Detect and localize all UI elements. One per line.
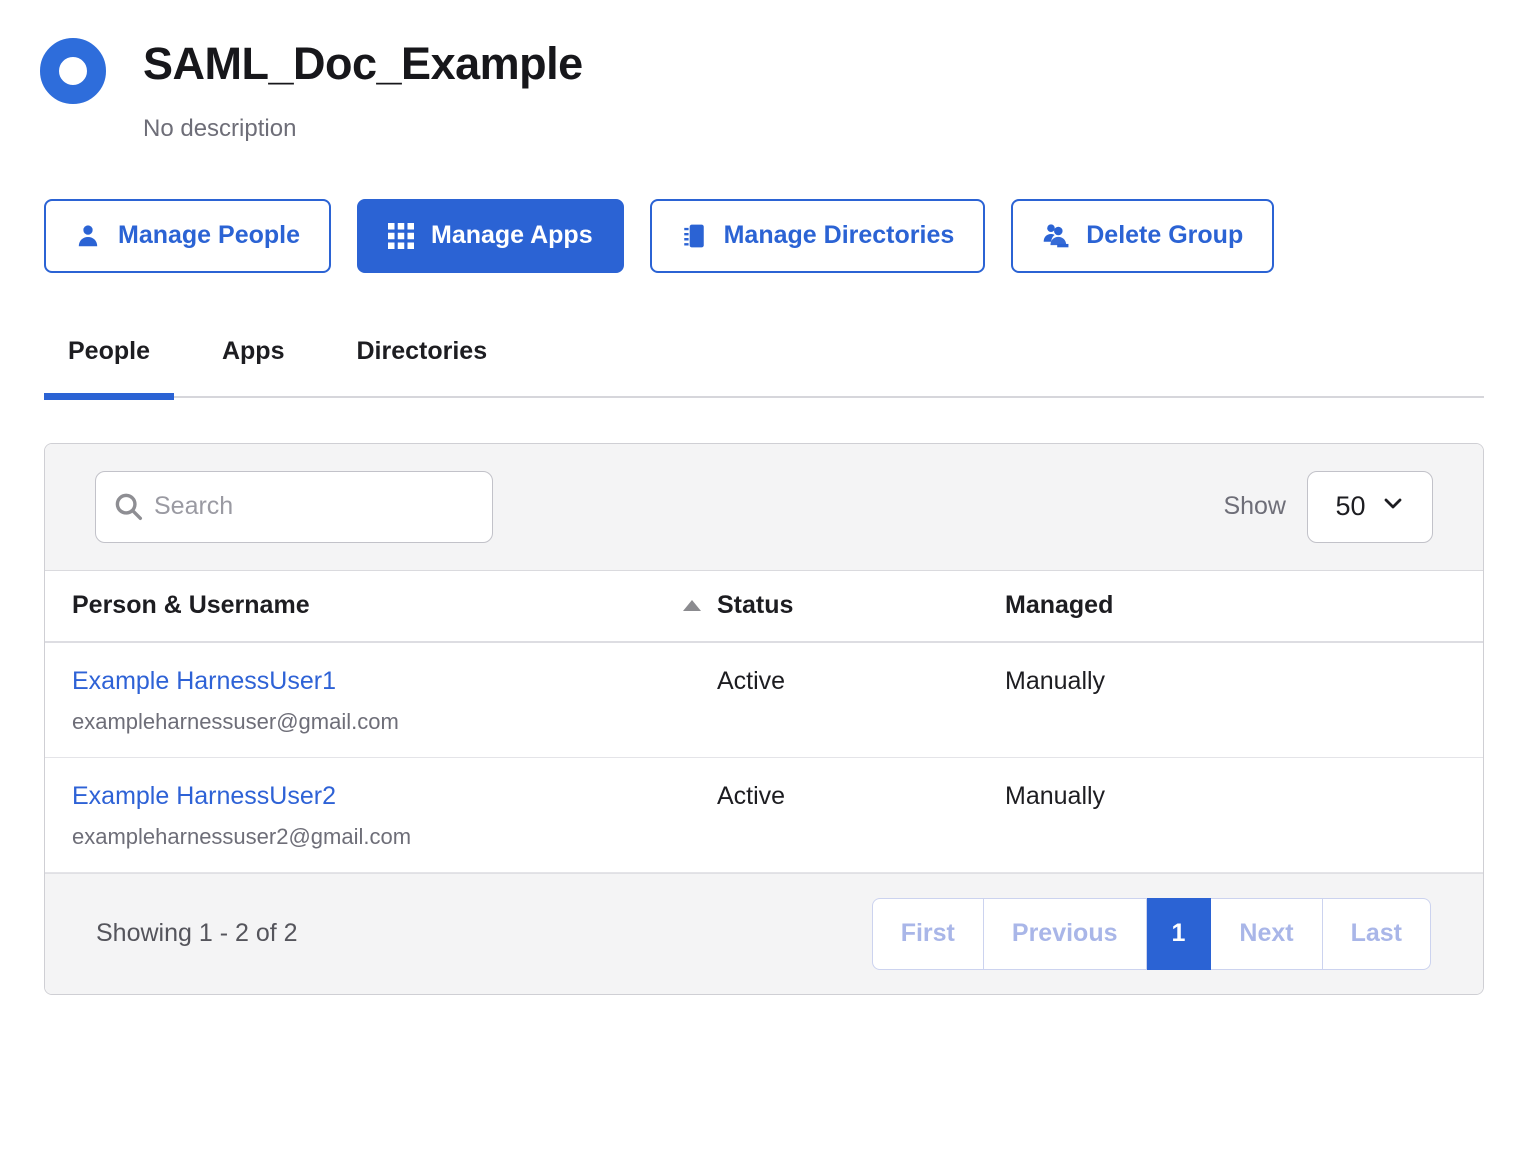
tab-people[interactable]: People xyxy=(44,337,174,396)
search-icon xyxy=(112,490,146,529)
group-header: SAML_Doc_Example No description xyxy=(40,38,1520,143)
status-value: Active xyxy=(717,667,1005,757)
column-person-username[interactable]: Person & Username xyxy=(72,591,717,620)
managed-value: Manually xyxy=(1005,667,1483,757)
tab-apps[interactable]: Apps xyxy=(198,337,309,396)
table-footer: Showing 1 - 2 of 2 First Previous 1 Next… xyxy=(45,873,1483,994)
person-icon xyxy=(75,223,101,249)
manage-apps-button[interactable]: Manage Apps xyxy=(357,199,624,273)
chevron-down-icon xyxy=(1381,491,1405,522)
column-status[interactable]: Status xyxy=(717,591,1005,620)
managed-value: Manually xyxy=(1005,782,1483,872)
table-header-row: Person & Username Status Managed xyxy=(45,571,1483,643)
people-table-panel: Show 50 Person & Username Status Managed… xyxy=(44,443,1484,995)
remove-group-icon xyxy=(1042,222,1069,249)
manage-people-button[interactable]: Manage People xyxy=(44,199,331,273)
pagination-next-button[interactable]: Next xyxy=(1211,898,1322,970)
result-summary: Showing 1 - 2 of 2 xyxy=(96,919,298,948)
show-label: Show xyxy=(1223,492,1286,521)
grid-icon xyxy=(388,223,414,249)
person-link[interactable]: Example HarnessUser2 xyxy=(72,782,336,810)
pagination-previous-button[interactable]: Previous xyxy=(984,898,1147,970)
pagination-first-button[interactable]: First xyxy=(872,898,984,970)
group-description: No description xyxy=(143,115,583,143)
delete-group-button[interactable]: Delete Group xyxy=(1011,199,1274,273)
delete-group-label: Delete Group xyxy=(1086,221,1243,250)
table-toolbar: Show 50 xyxy=(45,444,1483,571)
page-title: SAML_Doc_Example xyxy=(143,38,583,90)
sort-ascending-icon xyxy=(683,600,701,611)
pagination-last-button[interactable]: Last xyxy=(1323,898,1431,970)
person-email: exampleharnessuser2@gmail.com xyxy=(72,824,717,850)
pagination-page-1-button[interactable]: 1 xyxy=(1147,898,1212,970)
action-button-row: Manage People Manage Apps Manage Directo… xyxy=(44,199,1520,273)
tab-bar: People Apps Directories xyxy=(44,337,1484,398)
table-row: Example HarnessUser2 exampleharnessuser2… xyxy=(45,758,1483,873)
person-link[interactable]: Example HarnessUser1 xyxy=(72,667,336,695)
search-input[interactable] xyxy=(95,471,493,543)
tab-directories[interactable]: Directories xyxy=(332,337,511,396)
column-managed[interactable]: Managed xyxy=(1005,591,1483,620)
person-email: exampleharnessuser@gmail.com xyxy=(72,709,717,735)
directory-icon xyxy=(681,223,707,249)
manage-directories-label: Manage Directories xyxy=(724,221,955,250)
pagination: First Previous 1 Next Last xyxy=(872,898,1431,970)
status-value: Active xyxy=(717,782,1005,872)
manage-directories-button[interactable]: Manage Directories xyxy=(650,199,986,273)
manage-people-label: Manage People xyxy=(118,221,300,250)
manage-apps-label: Manage Apps xyxy=(431,221,593,250)
group-ring-icon xyxy=(40,38,106,104)
page-size-select[interactable]: 50 xyxy=(1307,471,1433,543)
table-row: Example HarnessUser1 exampleharnessuser@… xyxy=(45,643,1483,758)
page-size-value: 50 xyxy=(1335,491,1365,522)
